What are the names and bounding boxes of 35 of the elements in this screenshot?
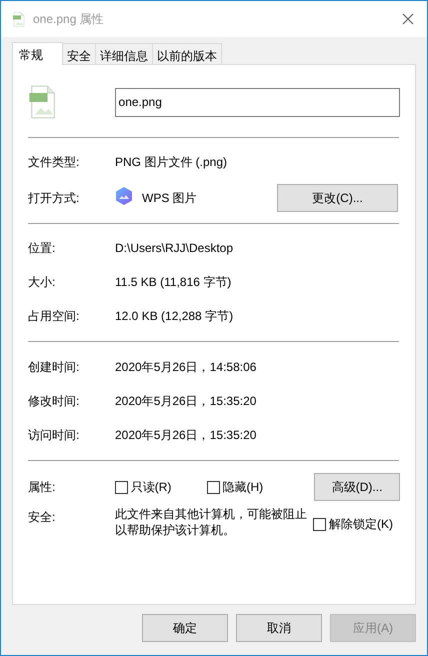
name-field[interactable]: one.png — [114, 88, 400, 116]
field-value: 2020年5月26日，15:35:20 — [115, 393, 256, 410]
tab[interactable]: 详细信息 — [95, 43, 153, 64]
field-value: 12.0 KB (12,288 字节) — [115, 308, 234, 325]
file-icon — [13, 12, 25, 26]
field-label: 占用空间: — [28, 308, 80, 325]
field-value: WPS 图片 — [142, 190, 198, 206]
button[interactable]: 确定 — [142, 614, 228, 642]
button[interactable]: 高级(D)... — [314, 473, 400, 501]
field-label: 位置: — [28, 240, 56, 257]
close-icon[interactable] — [401, 12, 415, 26]
checkbox[interactable]: 隐藏(H) — [206, 478, 314, 496]
field-label: 创建时间: — [28, 359, 80, 376]
file-icon — [29, 85, 57, 119]
field-value: 11.5 KB (11,816 字节) — [115, 274, 232, 291]
field-label: 修改时间: — [28, 393, 80, 410]
security-text: 此文件来自其他计算机，可能被阻止以帮助保护该计算机。 — [115, 506, 308, 538]
field-value: D:\Users\RJJ\Desktop — [115, 240, 234, 257]
button[interactable]: 取消 — [236, 614, 322, 642]
field-value: PNG 图片文件 (.png) — [115, 154, 228, 171]
window-title: one.png 属性 — [33, 11, 104, 28]
button[interactable]: 更改(C)... — [277, 184, 398, 212]
field-value: 2020年5月26日，14:58:06 — [115, 359, 256, 376]
tab[interactable]: 以前的版本 — [152, 43, 222, 64]
field-label: 文件类型: — [28, 154, 80, 171]
field-label: 属性: — [28, 479, 56, 496]
field-label: 打开方式: — [28, 190, 80, 206]
field-label: 访问时间: — [28, 427, 80, 444]
field-value: 2020年5月26日，15:35:20 — [115, 427, 256, 444]
tab[interactable]: 安全 — [62, 43, 96, 64]
checkbox[interactable]: 解除锁定(K) — [313, 515, 393, 533]
checkbox[interactable]: 只读(R) — [114, 478, 207, 496]
field-label: 安全: — [28, 509, 56, 526]
tab[interactable]: 常规 — [12, 42, 63, 65]
field-label: 大小: — [28, 274, 56, 291]
